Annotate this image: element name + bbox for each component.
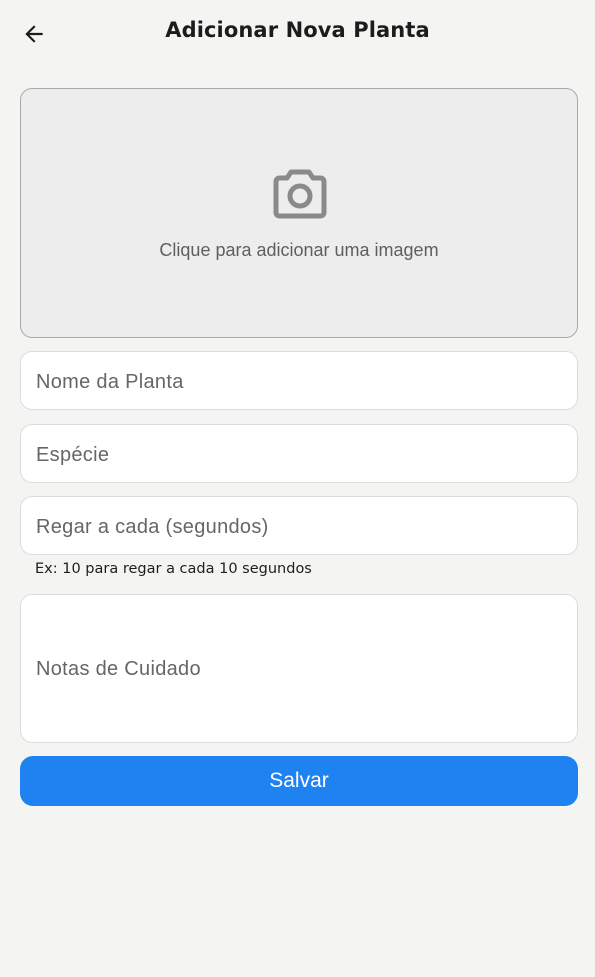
add-plant-screen: Adicionar Nova Planta Clique para adicio…: [0, 0, 595, 977]
species-field[interactable]: Espécie: [20, 424, 578, 483]
app-bar: Adicionar Nova Planta: [0, 0, 595, 66]
camera-icon: [273, 169, 327, 219]
care-notes-field[interactable]: Notas de Cuidado: [20, 594, 578, 743]
watering-helper-text: Ex: 10 para regar a cada 10 segundos: [35, 561, 312, 577]
watering-interval-field[interactable]: Regar a cada (segundos): [20, 496, 578, 555]
page-title: Adicionar Nova Planta: [165, 18, 430, 42]
save-button[interactable]: Salvar: [20, 756, 578, 806]
image-picker[interactable]: Clique para adicionar uma imagem: [20, 88, 578, 338]
watering-interval-placeholder: Regar a cada (segundos): [36, 516, 269, 538]
plant-name-placeholder: Nome da Planta: [36, 371, 184, 393]
species-placeholder: Espécie: [36, 444, 110, 466]
plant-name-field[interactable]: Nome da Planta: [20, 351, 578, 410]
care-notes-placeholder: Notas de Cuidado: [36, 658, 201, 680]
image-picker-label: Clique para adicionar uma imagem: [159, 240, 439, 260]
